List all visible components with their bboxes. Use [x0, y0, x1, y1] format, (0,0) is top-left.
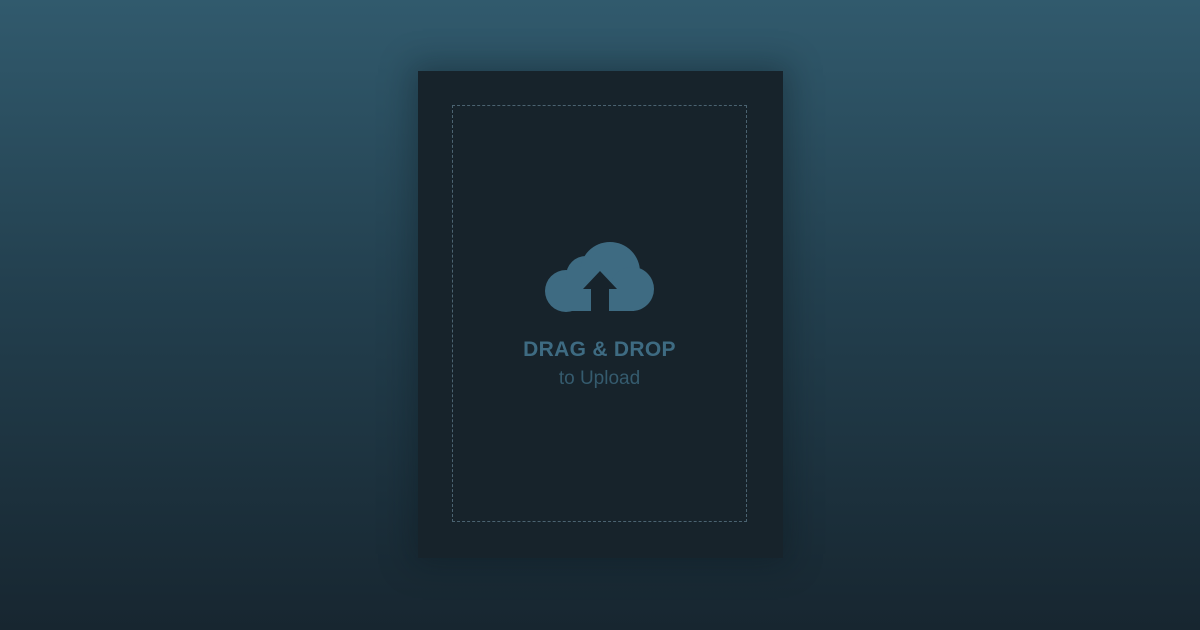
upload-prompt: DRAG & DROP to Upload [453, 242, 746, 390]
upload-title: DRAG & DROP [523, 338, 676, 361]
upload-subtitle: to Upload [558, 368, 641, 389]
cloud-upload-icon [544, 242, 654, 314]
upload-card: DRAG & DROP to Upload [418, 71, 783, 558]
drop-zone[interactable]: DRAG & DROP to Upload [452, 105, 747, 522]
